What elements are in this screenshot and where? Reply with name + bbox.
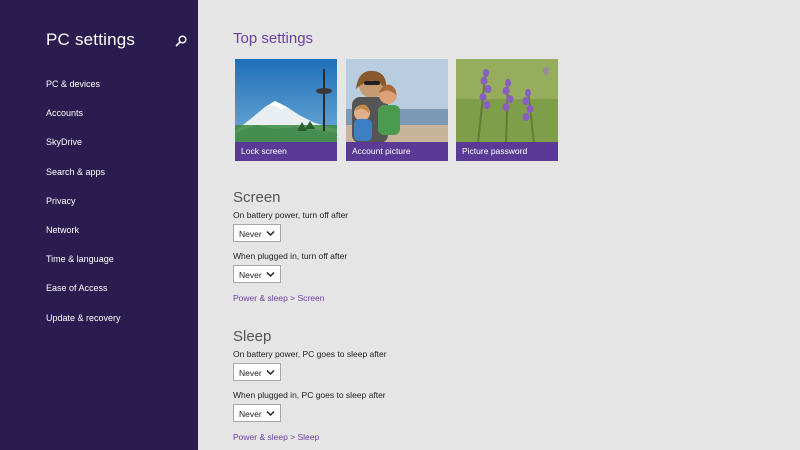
lock-screen-tile[interactable]: Lock screen (235, 59, 337, 161)
sidebar-item-accounts[interactable]: Accounts (46, 105, 121, 134)
search-icon (175, 35, 187, 47)
sleep-heading: Sleep (233, 328, 272, 345)
sleep-plugged-dropdown[interactable]: Never (233, 404, 281, 422)
chevron-down-icon (266, 369, 275, 376)
sidebar-item-privacy[interactable]: Privacy (46, 193, 121, 222)
picture-password-tile[interactable]: Picture password (456, 59, 558, 161)
sidebar-item-search-apps[interactable]: Search & apps (46, 164, 121, 193)
sidebar-item-ease-of-access[interactable]: Ease of Access (46, 280, 121, 309)
screen-plugged-label: When plugged in, turn off after (233, 251, 348, 261)
sidebar-item-update-recovery[interactable]: Update & recovery (46, 310, 121, 339)
sidebar-item-network[interactable]: Network (46, 222, 121, 251)
account-picture-tile[interactable]: Account picture (346, 59, 448, 161)
top-settings-heading: Top settings (233, 30, 314, 47)
sleep-battery-value: Never (239, 368, 262, 378)
app-title: PC settings (46, 30, 136, 49)
sleep-battery-dropdown[interactable]: Never (233, 363, 281, 381)
sleep-plugged-value: Never (239, 409, 262, 419)
sleep-plugged-label: When plugged in, PC goes to sleep after (233, 390, 386, 400)
sidebar-item-time-language[interactable]: Time & language (46, 251, 121, 280)
sleep-battery-label: On battery power, PC goes to sleep after (233, 349, 387, 359)
screen-battery-value: Never (239, 229, 262, 239)
power-sleep-sleep-link[interactable]: Power & sleep > Sleep (233, 432, 319, 442)
chevron-down-icon (266, 410, 275, 417)
screen-plugged-value: Never (239, 270, 262, 280)
screen-heading: Screen (233, 189, 281, 206)
sidebar-nav: PC & devices Accounts SkyDrive Search & … (46, 76, 121, 339)
screen-battery-dropdown[interactable]: Never (233, 224, 281, 242)
screen-battery-label: On battery power, turn off after (233, 210, 349, 220)
sidebar-item-skydrive[interactable]: SkyDrive (46, 134, 121, 163)
picture-password-label: Picture password (456, 142, 558, 161)
chevron-down-icon (266, 230, 275, 237)
power-sleep-screen-link[interactable]: Power & sleep > Screen (233, 293, 324, 303)
lock-screen-label: Lock screen (235, 142, 337, 161)
chevron-down-icon (266, 271, 275, 278)
search-button[interactable] (174, 34, 188, 48)
screen-plugged-dropdown[interactable]: Never (233, 265, 281, 283)
account-picture-label: Account picture (346, 142, 448, 161)
main-content: Top settings Lock screen Account picture… (198, 0, 800, 450)
sidebar: PC settings PC & devices Accounts SkyDri… (0, 0, 198, 450)
sidebar-item-pc-devices[interactable]: PC & devices (46, 76, 121, 105)
